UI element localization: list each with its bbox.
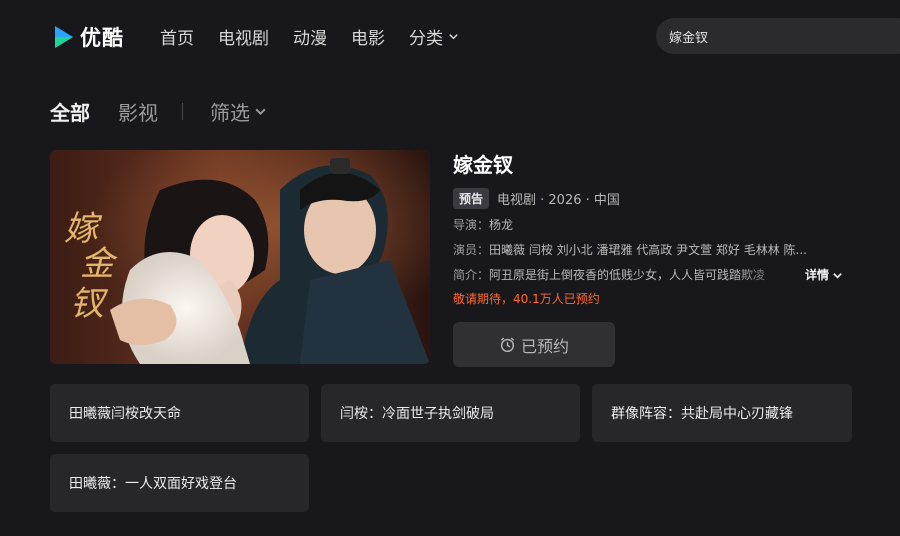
search-input[interactable] [669, 28, 869, 44]
nav-item-categories-label: 分类 [409, 29, 443, 49]
director-label: 导演： [453, 218, 490, 232]
cast-list[interactable]: 田曦薇 闫桉 刘小北 潘珺雅 代高政 尹文萱 郑好 毛林林 陈... [489, 243, 807, 257]
alarm-clock-icon [500, 337, 515, 353]
synopsis-label: 简介： [453, 268, 490, 282]
nav-item-movies[interactable]: 电影 [351, 24, 385, 49]
tab-divider [182, 103, 183, 120]
related-clip-card[interactable]: 闫桉：冷面世子执剑破局 [321, 384, 580, 442]
synopsis-text: 简介：阿丑原是街上倒夜香的低贱少女，人人皆可践踏欺凌 [453, 267, 803, 284]
reserved-button-label: 已预约 [520, 336, 569, 356]
details-toggle[interactable]: 详情 [805, 267, 843, 284]
cast-label: 演员： [453, 243, 490, 257]
tab-video[interactable]: 影视 [118, 97, 158, 126]
show-meta-text: 电视剧 · 2026 · 中国 [497, 193, 620, 208]
chevron-down-icon [833, 273, 842, 279]
filter-tabs: 全部 影视 筛选 [50, 97, 267, 126]
search-box[interactable] [656, 18, 900, 54]
tab-filter-label: 筛选 [210, 101, 250, 125]
poster-image: 嫁 金 钗 [50, 150, 430, 364]
details-label: 详情 [805, 268, 830, 282]
synopsis-body: 阿丑原是街上倒夜香的低贱少女，人人皆可践踏欺凌 [489, 268, 766, 282]
related-clip-card[interactable]: 群像阵容：共赴局中心刃藏锋 [592, 384, 852, 442]
nav-item-home[interactable]: 首页 [160, 24, 194, 49]
cast-line: 演员：田曦薇 闫桉 刘小北 潘珺雅 代高政 尹文萱 郑好 毛林林 陈... [453, 242, 853, 259]
tab-filter[interactable]: 筛选 [210, 97, 267, 126]
youku-logo-icon [55, 26, 73, 48]
show-poster[interactable]: 嫁 金 钗 [50, 150, 430, 364]
reserved-button[interactable]: 已预约 [453, 322, 615, 367]
related-clip-card[interactable]: 田曦薇：一人双面好戏登台 [50, 454, 309, 512]
svg-text:嫁: 嫁 [64, 209, 103, 249]
show-title[interactable]: 嫁金钗 [453, 150, 853, 180]
tab-all[interactable]: 全部 [50, 97, 90, 126]
nav-item-tv-series[interactable]: 电视剧 [218, 24, 269, 49]
svg-text:钗: 钗 [70, 284, 109, 324]
main-nav: 首页 电视剧 动漫 电影 分类 [160, 24, 483, 49]
show-info-panel: 嫁金钗 预告 电视剧 · 2026 · 中国 导演：杨龙 演员：田曦薇 闫桉 刘… [453, 150, 853, 367]
related-clip-card[interactable]: 田曦薇闫桉改天命 [50, 384, 309, 442]
synopsis-line: 简介：阿丑原是街上倒夜香的低贱少女，人人皆可践踏欺凌 详情 [453, 267, 853, 284]
youku-logo[interactable]: 优酷 [52, 22, 124, 52]
chevron-down-icon [255, 108, 266, 116]
reservation-count: 敬请期待，40.1万人已预约 [453, 292, 600, 306]
nav-item-anime[interactable]: 动漫 [293, 24, 327, 49]
brand-name: 优酷 [80, 26, 124, 50]
director-line: 导演：杨龙 [453, 217, 853, 234]
show-meta: 预告 电视剧 · 2026 · 中国 [453, 188, 853, 209]
chevron-down-icon [449, 34, 458, 40]
director-name[interactable]: 杨龙 [489, 218, 513, 232]
svg-text:金: 金 [80, 244, 118, 284]
top-navigation-bar: 优酷 首页 电视剧 动漫 电影 分类 [0, 0, 900, 72]
trailer-badge: 预告 [453, 188, 490, 209]
page: 优酷 首页 电视剧 动漫 电影 分类 全部 影视 筛选 [0, 0, 900, 536]
nav-item-categories[interactable]: 分类 [409, 24, 459, 49]
